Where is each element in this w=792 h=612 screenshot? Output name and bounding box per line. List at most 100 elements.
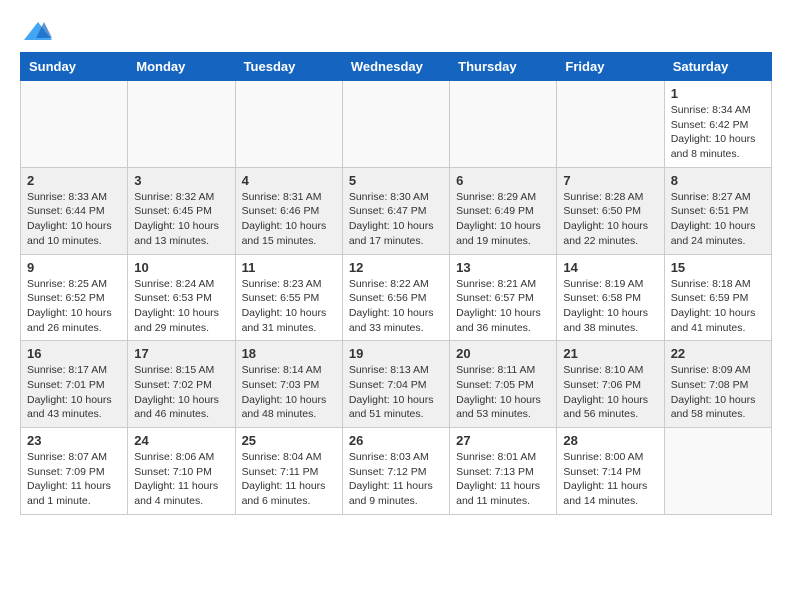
calendar-cell: 23 Sunrise: 8:07 AM Sunset: 7:09 PM Dayli… — [21, 428, 128, 515]
calendar-cell: 9 Sunrise: 8:25 AM Sunset: 6:52 PM Daylig… — [21, 254, 128, 341]
day-number: 13 — [456, 260, 550, 275]
calendar-cell — [664, 428, 771, 515]
day-number: 20 — [456, 346, 550, 361]
day-info: Sunrise: 8:33 AM Sunset: 6:44 PM Dayligh… — [27, 190, 121, 249]
calendar-cell: 22 Sunrise: 8:09 AM Sunset: 7:08 PM Dayli… — [664, 341, 771, 428]
day-number: 4 — [242, 173, 336, 188]
day-info: Sunrise: 8:01 AM Sunset: 7:13 PM Dayligh… — [456, 450, 550, 509]
day-number: 25 — [242, 433, 336, 448]
logo-icon — [24, 20, 52, 42]
calendar-cell: 6Sunrise: 8:29 AM Sunset: 6:49 PM Daylig… — [450, 167, 557, 254]
day-number: 14 — [563, 260, 657, 275]
calendar-cell: 27Sunrise: 8:01 AM Sunset: 7:13 PM Dayli… — [450, 428, 557, 515]
weekday-header-monday: Monday — [128, 53, 235, 81]
calendar-cell: 11 Sunrise: 8:23 AM Sunset: 6:55 PM Dayli… — [235, 254, 342, 341]
calendar-cell: 26 Sunrise: 8:03 AM Sunset: 7:12 PM Dayli… — [342, 428, 449, 515]
calendar-row-1: 2 Sunrise: 8:33 AM Sunset: 6:44 PM Daylig… — [21, 167, 772, 254]
weekday-header-wednesday: Wednesday — [342, 53, 449, 81]
calendar-cell: 25 Sunrise: 8:04 AM Sunset: 7:11 PM Dayli… — [235, 428, 342, 515]
day-number: 10 — [134, 260, 228, 275]
day-number: 11 — [242, 260, 336, 275]
day-number: 16 — [27, 346, 121, 361]
day-number: 22 — [671, 346, 765, 361]
day-number: 5 — [349, 173, 443, 188]
day-info: Sunrise: 8:34 AM Sunset: 6:42 PM Dayligh… — [671, 103, 765, 162]
calendar-cell: 28Sunrise: 8:00 AM Sunset: 7:14 PM Dayli… — [557, 428, 664, 515]
header — [20, 20, 772, 42]
calendar-cell — [128, 81, 235, 168]
calendar-cell: 2 Sunrise: 8:33 AM Sunset: 6:44 PM Daylig… — [21, 167, 128, 254]
calendar-cell: 1 Sunrise: 8:34 AM Sunset: 6:42 PM Daylig… — [664, 81, 771, 168]
day-info: Sunrise: 8:10 AM Sunset: 7:06 PM Dayligh… — [563, 363, 657, 422]
day-info: Sunrise: 8:25 AM Sunset: 6:52 PM Dayligh… — [27, 277, 121, 336]
day-number: 8 — [671, 173, 765, 188]
day-number: 2 — [27, 173, 121, 188]
calendar-cell: 17 Sunrise: 8:15 AM Sunset: 7:02 PM Dayli… — [128, 341, 235, 428]
day-info: Sunrise: 8:09 AM Sunset: 7:08 PM Dayligh… — [671, 363, 765, 422]
day-number: 1 — [671, 86, 765, 101]
day-info: Sunrise: 8:24 AM Sunset: 6:53 PM Dayligh… — [134, 277, 228, 336]
calendar-cell — [450, 81, 557, 168]
day-number: 7 — [563, 173, 657, 188]
day-number: 15 — [671, 260, 765, 275]
calendar-cell — [342, 81, 449, 168]
day-number: 21 — [563, 346, 657, 361]
day-info: Sunrise: 8:17 AM Sunset: 7:01 PM Dayligh… — [27, 363, 121, 422]
calendar-row-2: 9 Sunrise: 8:25 AM Sunset: 6:52 PM Daylig… — [21, 254, 772, 341]
calendar-cell: 3 Sunrise: 8:32 AM Sunset: 6:45 PM Daylig… — [128, 167, 235, 254]
calendar-cell: 8 Sunrise: 8:27 AM Sunset: 6:51 PM Daylig… — [664, 167, 771, 254]
day-number: 12 — [349, 260, 443, 275]
day-info: Sunrise: 8:18 AM Sunset: 6:59 PM Dayligh… — [671, 277, 765, 336]
weekday-header-tuesday: Tuesday — [235, 53, 342, 81]
calendar-cell — [557, 81, 664, 168]
calendar-cell: 4Sunrise: 8:31 AM Sunset: 6:46 PM Daylig… — [235, 167, 342, 254]
day-info: Sunrise: 8:27 AM Sunset: 6:51 PM Dayligh… — [671, 190, 765, 249]
calendar-cell: 12Sunrise: 8:22 AM Sunset: 6:56 PM Dayli… — [342, 254, 449, 341]
day-number: 17 — [134, 346, 228, 361]
day-number: 9 — [27, 260, 121, 275]
calendar-cell: 10 Sunrise: 8:24 AM Sunset: 6:53 PM Dayli… — [128, 254, 235, 341]
calendar-header: SundayMondayTuesdayWednesdayThursdayFrid… — [21, 53, 772, 81]
day-number: 26 — [349, 433, 443, 448]
calendar-table: SundayMondayTuesdayWednesdayThursdayFrid… — [20, 52, 772, 515]
day-number: 23 — [27, 433, 121, 448]
calendar-row-0: 1 Sunrise: 8:34 AM Sunset: 6:42 PM Daylig… — [21, 81, 772, 168]
calendar-row-3: 16 Sunrise: 8:17 AM Sunset: 7:01 PM Dayli… — [21, 341, 772, 428]
calendar-cell — [21, 81, 128, 168]
logo — [20, 20, 52, 42]
day-info: Sunrise: 8:23 AM Sunset: 6:55 PM Dayligh… — [242, 277, 336, 336]
day-info: Sunrise: 8:19 AM Sunset: 6:58 PM Dayligh… — [563, 277, 657, 336]
calendar-cell: 14 Sunrise: 8:19 AM Sunset: 6:58 PM Dayli… — [557, 254, 664, 341]
day-info: Sunrise: 8:03 AM Sunset: 7:12 PM Dayligh… — [349, 450, 443, 509]
calendar-cell: 15 Sunrise: 8:18 AM Sunset: 6:59 PM Dayli… — [664, 254, 771, 341]
calendar-cell: 7 Sunrise: 8:28 AM Sunset: 6:50 PM Daylig… — [557, 167, 664, 254]
calendar-row-4: 23 Sunrise: 8:07 AM Sunset: 7:09 PM Dayli… — [21, 428, 772, 515]
day-number: 24 — [134, 433, 228, 448]
day-info: Sunrise: 8:13 AM Sunset: 7:04 PM Dayligh… — [349, 363, 443, 422]
calendar-cell: 19 Sunrise: 8:13 AM Sunset: 7:04 PM Dayli… — [342, 341, 449, 428]
weekday-header-thursday: Thursday — [450, 53, 557, 81]
day-info: Sunrise: 8:28 AM Sunset: 6:50 PM Dayligh… — [563, 190, 657, 249]
day-number: 6 — [456, 173, 550, 188]
day-info: Sunrise: 8:06 AM Sunset: 7:10 PM Dayligh… — [134, 450, 228, 509]
day-info: Sunrise: 8:15 AM Sunset: 7:02 PM Dayligh… — [134, 363, 228, 422]
calendar-cell: 24 Sunrise: 8:06 AM Sunset: 7:10 PM Dayli… — [128, 428, 235, 515]
day-info: Sunrise: 8:14 AM Sunset: 7:03 PM Dayligh… — [242, 363, 336, 422]
day-number: 3 — [134, 173, 228, 188]
weekday-header-sunday: Sunday — [21, 53, 128, 81]
day-info: Sunrise: 8:07 AM Sunset: 7:09 PM Dayligh… — [27, 450, 121, 509]
day-info: Sunrise: 8:30 AM Sunset: 6:47 PM Dayligh… — [349, 190, 443, 249]
calendar-cell: 20 Sunrise: 8:11 AM Sunset: 7:05 PM Dayli… — [450, 341, 557, 428]
calendar-cell: 21 Sunrise: 8:10 AM Sunset: 7:06 PM Dayli… — [557, 341, 664, 428]
day-info: Sunrise: 8:04 AM Sunset: 7:11 PM Dayligh… — [242, 450, 336, 509]
calendar-cell: 16 Sunrise: 8:17 AM Sunset: 7:01 PM Dayli… — [21, 341, 128, 428]
day-info: Sunrise: 8:21 AM Sunset: 6:57 PM Dayligh… — [456, 277, 550, 336]
day-number: 19 — [349, 346, 443, 361]
day-number: 28 — [563, 433, 657, 448]
day-info: Sunrise: 8:32 AM Sunset: 6:45 PM Dayligh… — [134, 190, 228, 249]
weekday-header-friday: Friday — [557, 53, 664, 81]
calendar-cell — [235, 81, 342, 168]
day-number: 18 — [242, 346, 336, 361]
day-info: Sunrise: 8:11 AM Sunset: 7:05 PM Dayligh… — [456, 363, 550, 422]
weekday-header-saturday: Saturday — [664, 53, 771, 81]
